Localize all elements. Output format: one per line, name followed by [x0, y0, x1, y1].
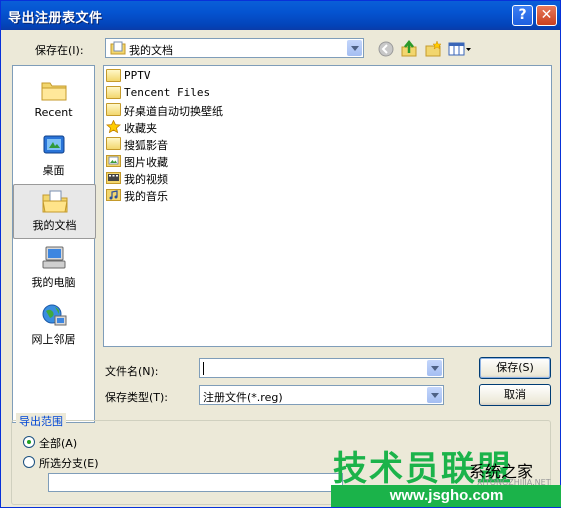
window-title: 导出注册表文件: [8, 11, 103, 26]
save-in-dropdown[interactable]: 我的文档: [105, 38, 364, 58]
save-in-label: 保存在(I):: [35, 44, 84, 57]
my-computer-icon: [42, 246, 66, 269]
desktop-icon: [43, 135, 65, 154]
new-folder-icon[interactable]: [424, 40, 442, 58]
radio-selected-branch-label[interactable]: 所选分支(E): [39, 455, 99, 471]
video-folder-icon: [106, 172, 121, 184]
chevron-down-icon[interactable]: [427, 387, 442, 403]
recent-folder-icon: [41, 82, 67, 101]
folder-icon: [106, 103, 121, 116]
radio-all-label[interactable]: 全部(A): [39, 435, 77, 451]
chevron-down-icon[interactable]: [427, 360, 442, 376]
place-label: 网上邻居: [31, 333, 76, 346]
favorites-star-icon: [106, 120, 121, 133]
close-button[interactable]: ✕: [536, 5, 557, 26]
pictures-folder-icon: [106, 155, 121, 167]
place-recent[interactable]: Recent: [13, 74, 94, 129]
my-documents-icon: [110, 41, 126, 55]
file-name: 我的音乐: [124, 190, 168, 203]
save-in-value: 我的文档: [129, 44, 173, 57]
help-button[interactable]: ?: [512, 5, 533, 26]
place-label: Recent: [34, 106, 73, 119]
filename-label: 文件名(N):: [105, 365, 159, 378]
folder-icon: [106, 137, 121, 150]
file-name: 图片收藏: [124, 156, 168, 169]
branch-path-input[interactable]: [48, 473, 343, 492]
back-icon[interactable]: [377, 40, 395, 58]
file-name: 好桌道自动切换壁纸: [124, 105, 223, 118]
file-name: PPTV: [124, 69, 151, 82]
folder-icon: [106, 86, 121, 99]
place-label: 桌面: [42, 164, 65, 177]
up-folder-icon[interactable]: [400, 40, 418, 58]
file-name: Tencent Files: [124, 86, 211, 99]
music-folder-icon: [106, 189, 121, 201]
filetype-dropdown[interactable]: 注册文件(*.reg): [199, 385, 444, 405]
filetype-value: 注册文件(*.reg): [203, 391, 283, 404]
place-label: 我的电脑: [31, 276, 76, 289]
file-name: 搜狐影音: [124, 139, 168, 152]
place-desktop[interactable]: 桌面: [13, 130, 94, 185]
place-network[interactable]: 网上邻居: [13, 299, 94, 354]
view-menu-icon[interactable]: [448, 40, 472, 58]
places-bar: Recent 桌面 我的文档 我的电脑 网上邻居: [12, 65, 96, 423]
export-registry-dialog: 导出注册表文件 ? ✕ 保存在(I): 我的文档 Recent 桌面 我的文档 …: [0, 0, 561, 508]
watermark-url: www.jsgho.com: [331, 485, 561, 507]
file-list[interactable]: PPTV Tencent Files 好桌道自动切换壁纸 收藏夹 搜狐影音 图片…: [103, 65, 552, 347]
place-my-computer[interactable]: 我的电脑: [13, 242, 94, 297]
export-range-title: 导出范围: [16, 413, 66, 429]
save-button[interactable]: 保存(S): [479, 357, 551, 379]
file-name: 我的视频: [124, 173, 168, 186]
chevron-down-icon[interactable]: [347, 40, 362, 56]
title-bar[interactable]: 导出注册表文件 ? ✕: [1, 1, 560, 30]
place-my-documents[interactable]: 我的文档: [13, 184, 96, 239]
place-label: 我的文档: [32, 219, 77, 232]
folder-icon: [106, 69, 121, 82]
radio-selected-branch[interactable]: [23, 456, 35, 468]
network-places-icon: [42, 304, 67, 326]
filetype-label: 保存类型(T):: [105, 391, 169, 404]
radio-all[interactable]: [23, 436, 35, 448]
filename-input[interactable]: [199, 358, 444, 378]
file-name: 收藏夹: [124, 122, 157, 135]
text-caret: [203, 362, 204, 375]
my-documents-icon: [42, 190, 68, 213]
cancel-button[interactable]: 取消: [479, 384, 551, 406]
